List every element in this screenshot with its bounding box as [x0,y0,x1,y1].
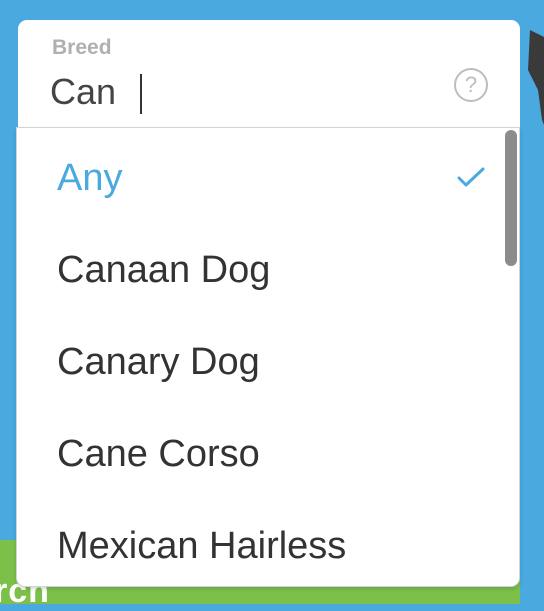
breed-field-label: Breed [52,36,112,59]
dropdown-option-label: Canary Dog [57,341,260,383]
breed-search-input[interactable] [50,70,430,114]
dropdown-option-label: Mexican Hairless [57,525,347,567]
dropdown-option-canaan-dog[interactable]: Canaan Dog [17,224,497,316]
dropdown-option-label: Any [57,157,123,199]
dropdown-option-cane-corso[interactable]: Cane Corso [17,408,497,500]
dropdown-option-label: Canaan Dog [57,249,271,291]
dropdown-option-any[interactable]: Any [17,132,497,224]
dropdown-scrollbar[interactable] [505,130,517,586]
scrollbar-thumb[interactable] [505,130,517,266]
background-image-fragment [528,30,544,125]
dropdown-option-mexican-hairless[interactable]: Mexican Hairless [17,500,497,586]
dropdown-option-label: Cane Corso [57,433,260,475]
breed-field[interactable]: Breed ? [18,20,520,128]
breed-dropdown-list[interactable]: Any Canaan Dog Canary Dog Cane Corso Mex… [16,127,520,587]
dropdown-option-canary-dog[interactable]: Canary Dog [17,316,497,408]
checkmark-icon [457,167,485,187]
question-circle-icon[interactable]: ? [454,68,488,102]
text-caret [140,74,142,114]
